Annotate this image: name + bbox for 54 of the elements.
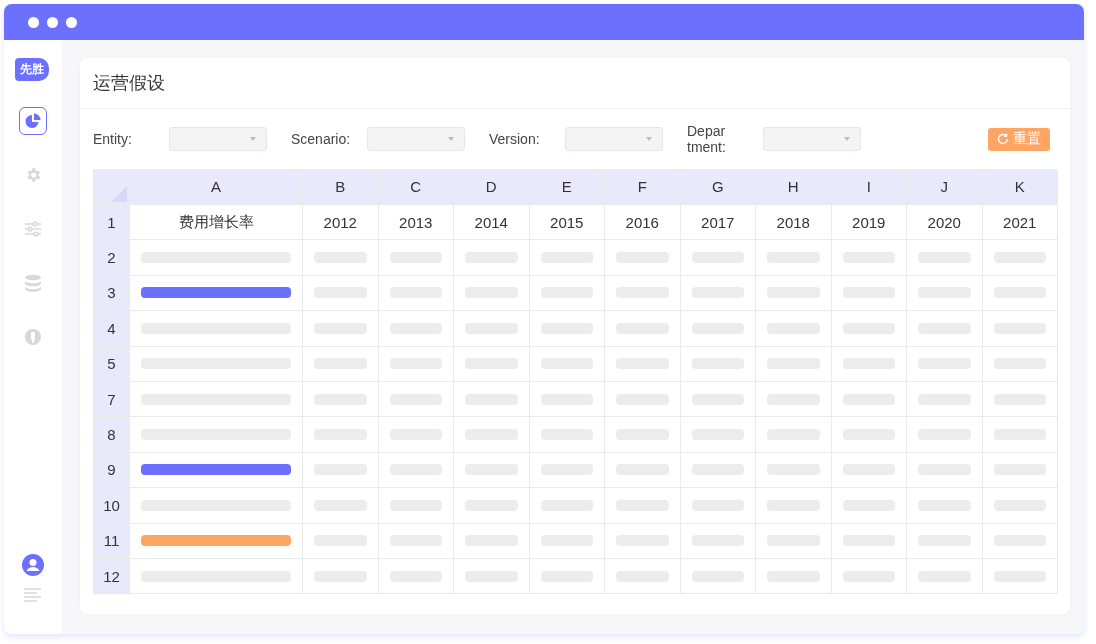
filter-label: Scenario:: [291, 131, 352, 147]
row-number: 8: [94, 417, 130, 452]
circle-icon: [24, 328, 42, 346]
table-cell: 2021: [982, 205, 1058, 240]
table-cell: 2014: [454, 205, 530, 240]
column-header[interactable]: C: [378, 169, 454, 204]
column-header[interactable]: F: [605, 169, 681, 204]
filter-label: Entity:: [93, 131, 133, 147]
column-header[interactable]: I: [831, 169, 907, 204]
column-header[interactable]: E: [529, 169, 605, 204]
dropdown-field[interactable]: [169, 127, 267, 151]
table-cell: 2016: [605, 205, 681, 240]
database-icon: [24, 274, 42, 292]
refresh-icon: [997, 133, 1009, 145]
row-number: 10: [94, 488, 130, 523]
dropdown-field[interactable]: [367, 127, 465, 151]
row-number: 5: [94, 346, 130, 381]
table-cell: 2018: [756, 205, 832, 240]
column-header[interactable]: G: [680, 169, 756, 204]
row-number: 7: [94, 381, 130, 417]
window-dot[interactable]: [66, 16, 77, 28]
column-header[interactable]: D: [454, 169, 530, 204]
row-number: 11: [94, 523, 130, 558]
table-cell: 2017: [680, 205, 756, 240]
row-number: 4: [94, 311, 130, 346]
table-cell: 费用增长率: [130, 205, 303, 240]
row-number: 2: [94, 240, 130, 275]
column-header[interactable]: B: [303, 169, 379, 204]
table-cell: 2020: [907, 205, 983, 240]
filter-label: Depar tment:: [687, 123, 727, 155]
filter-label: Version:: [489, 131, 541, 147]
logo-badge[interactable]: 先胜: [15, 58, 49, 81]
page-title: 运营假设: [93, 72, 165, 95]
table-cell: 2019: [831, 205, 907, 240]
window-dot[interactable]: [28, 16, 39, 28]
pie-chart-icon: [24, 112, 42, 130]
window-dot[interactable]: [47, 16, 58, 28]
dropdown-field[interactable]: [763, 127, 861, 151]
column-header[interactable]: J: [907, 169, 983, 204]
list-icon[interactable]: [24, 588, 42, 604]
row-number: 9: [94, 452, 130, 488]
row-number: 3: [94, 275, 130, 311]
table-cell: 2015: [529, 205, 605, 240]
dropdown-field[interactable]: [565, 127, 663, 151]
column-header[interactable]: H: [756, 169, 832, 204]
column-header[interactable]: K: [982, 169, 1058, 204]
table-cell: 2012: [303, 205, 379, 240]
user-avatar-icon[interactable]: [22, 554, 44, 576]
chart-nav-item[interactable]: [19, 107, 47, 135]
sliders-icon: [24, 220, 42, 238]
row-number: 1: [94, 205, 130, 240]
table-cell: 2013: [378, 205, 454, 240]
row-number: 12: [94, 558, 130, 594]
column-header[interactable]: A: [130, 169, 303, 204]
